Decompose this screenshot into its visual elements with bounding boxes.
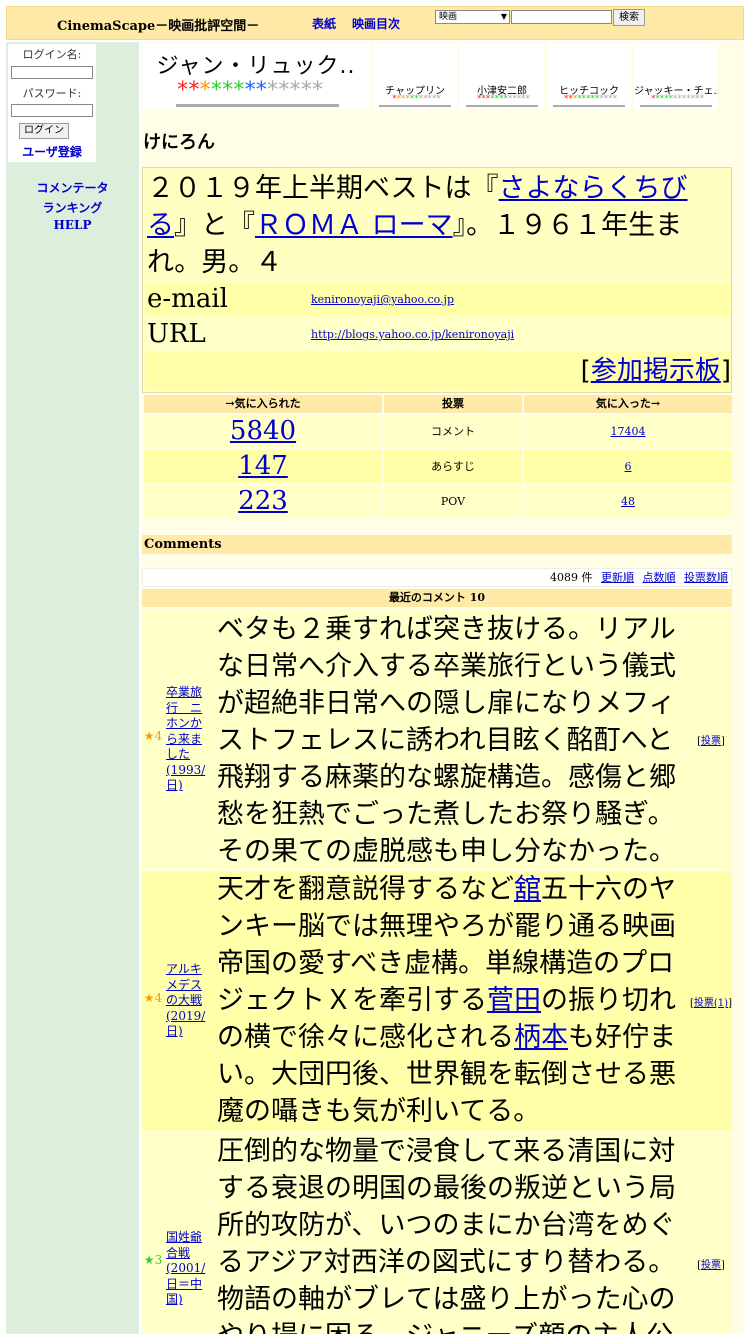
person-link-tachi[interactable]: 舘 [514, 874, 541, 905]
similarity-bar [176, 104, 339, 107]
user-nickname: けにろん [143, 132, 215, 153]
similarity-stars: ************ [650, 94, 704, 104]
stats-label-comment: コメント [384, 415, 522, 448]
comments-count: 4089 件 [550, 571, 593, 584]
board-row: [参加掲示板] [145, 352, 731, 390]
comments-count-row: 4089 件 更新順 点数順 投票数順 [142, 568, 732, 587]
board-link[interactable]: 参加掲示板 [591, 356, 721, 386]
profile-box: ２０１９年上半期ベストは『さよならくちびる』と『ＲＯＭＡ ローマ』。１９６１年生… [142, 167, 732, 393]
similarity-stars: ************ [563, 94, 617, 104]
favored-count-pov[interactable]: 223 [238, 486, 288, 516]
sort-updated-link[interactable]: 更新順 [601, 571, 634, 584]
user-similarity-box: ジャン・リュック.. ************* [142, 44, 370, 110]
email-label: e-mail [147, 284, 228, 314]
sidebar [6, 42, 139, 1334]
similarity-bar [640, 105, 712, 107]
comment-row: ★4 卒業旅行 ニホンから来ました(1993/日) ベタも２乗すれば突き抜ける。… [142, 609, 732, 869]
star-icon: ★ [143, 729, 155, 743]
comment-vote-link[interactable]: 投票 [701, 1260, 721, 1271]
password-label: パスワード: [22, 87, 82, 100]
comment-rating: ★4 [143, 729, 163, 743]
login-button[interactable]: ログイン [19, 123, 69, 139]
person-link-emoto[interactable]: 柄本 [514, 1022, 568, 1053]
similarity-stars: *********** [391, 94, 442, 104]
similarity-bar [379, 105, 451, 107]
search-category-select[interactable]: 映画 ▼ [435, 10, 510, 24]
sidebar-link-ranking[interactable]: ランキング [6, 199, 139, 216]
comments-section-title: Comments [142, 535, 732, 554]
comment-body: 圧倒的な物量で浸食して来る清国に対する衰退の明国の最後の叛逆という局所的攻防が、… [217, 1136, 676, 1334]
stats-label-synopsis: あらすじ [384, 450, 522, 483]
comment-movie-title[interactable]: アルキメデスの大戦(2019/日) [166, 962, 212, 1040]
nav-index-link[interactable]: 映画目次 [352, 15, 400, 32]
similarity-bar [466, 105, 538, 107]
site-title[interactable]: CinemaScape－映画批評空間－ [57, 15, 259, 34]
similar-director-3[interactable]: ヒッチコック ************ [547, 44, 631, 110]
email-row: e-mail kenironoyaji@yahoo.co.jp [145, 283, 731, 316]
similar-director-2[interactable]: 小津安二郎 ************ [460, 44, 544, 110]
comment-movie-title[interactable]: 国姓爺合戦(2001/日＝中国) [166, 1230, 212, 1308]
comment-body: ベタも２乗すれば突き抜ける。リアルな日常へ介入する卒業旅行という儀式が超絶非日常… [217, 614, 676, 867]
favorite-count-synopsis[interactable]: 6 [625, 460, 632, 473]
star-icon: ★ [143, 991, 155, 1005]
url-row: URL http://blogs.yahoo.co.jp/kenironoyaj… [145, 318, 731, 351]
comment-movie-title[interactable]: 卒業旅行 ニホンから来ました(1993/日) [166, 685, 212, 794]
stats-head-favored: →気に入られた [144, 395, 382, 413]
search-input[interactable] [511, 10, 612, 24]
login-name-input[interactable] [11, 66, 93, 79]
favorite-count-pov[interactable]: 48 [621, 495, 635, 508]
comment-row: ★4 アルキメデスの大戦(2019/日) 天才を翻意説得するなど舘五十六のヤンキ… [142, 871, 732, 1131]
nav-cover-link[interactable]: 表紙 [312, 15, 336, 32]
similar-director-1[interactable]: チャップリン *********** [373, 44, 457, 110]
register-link[interactable]: ユーザ登録 [8, 143, 96, 160]
recent-comments-title: 最近のコメント 10 [142, 589, 732, 607]
favorite-count-comment[interactable]: 17404 [611, 425, 646, 438]
comment-row: ★3 国姓爺合戦(2001/日＝中国) 圧倒的な物量で浸食して来る清国に対する衰… [142, 1133, 732, 1334]
login-name-label: ログイン名: [22, 48, 82, 61]
comment-rating: ★3 [143, 1253, 163, 1267]
person-link-suda[interactable]: 菅田 [487, 985, 541, 1016]
stats-head-favorite: 気に入った→ [524, 395, 732, 413]
sidebar-link-commentators[interactable]: コメンテータ [6, 179, 139, 196]
password-input[interactable] [11, 104, 93, 117]
stats-head-vote: 投票 [384, 395, 522, 413]
favored-count-synopsis[interactable]: 147 [238, 451, 288, 481]
sidebar-link-help[interactable]: HELP [6, 218, 139, 232]
dropdown-arrow-icon: ▼ [500, 12, 507, 21]
sort-score-link[interactable]: 点数順 [643, 571, 676, 584]
profile-intro: ２０１９年上半期ベストは『さよならくちびる』と『ＲＯＭＡ ローマ』。１９６１年生… [147, 173, 688, 278]
similarity-stars: ************ [476, 94, 530, 104]
intro-movie-link-2[interactable]: ＲＯＭＡ ローマ [255, 210, 453, 241]
url-label: URL [147, 319, 206, 349]
similarity-bar [553, 105, 625, 107]
site-header: CinemaScape－映画批評空間－ 表紙 映画目次 映画 ▼ 検索 [6, 6, 744, 40]
sort-votes-link[interactable]: 投票数順 [684, 571, 728, 584]
blog-url-link[interactable]: http://blogs.yahoo.co.jp/kenironoyaji [311, 328, 514, 341]
email-link[interactable]: kenironoyaji@yahoo.co.jp [311, 293, 454, 306]
similar-director-4[interactable]: ジャッキー・チェ.. ************ [634, 44, 718, 110]
comment-vote-link[interactable]: 投票 [701, 736, 721, 747]
favored-count-comment[interactable]: 5840 [230, 416, 296, 446]
search-button[interactable]: 検索 [613, 9, 645, 26]
search-category-value: 映画 [439, 12, 458, 22]
comment-rating: ★4 [143, 991, 163, 1005]
star-icon: ★ [143, 1253, 155, 1267]
stats-label-pov: POV [384, 485, 522, 518]
similarity-stars: ************* [176, 78, 324, 103]
similar-user-name[interactable]: ジャン・リュック.. [142, 48, 370, 80]
comment-body: 天才を翻意説得するなど舘五十六のヤンキー脳では無理やろが罷り通る映画帝国の愛すべ… [217, 874, 676, 1127]
comment-vote-link[interactable]: 投票(1) [694, 998, 728, 1009]
